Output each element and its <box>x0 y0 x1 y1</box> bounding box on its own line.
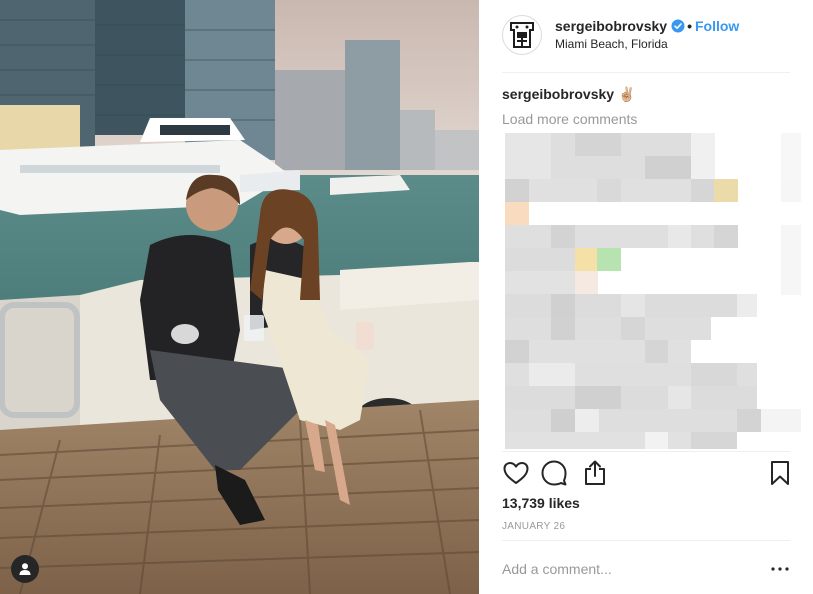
more-options-button[interactable] <box>770 560 790 578</box>
post-details-panel: sergeibobrovsky • Follow Miami Beach, Flo… <box>479 0 813 594</box>
caption: sergeibobrovsky ✌🏼 <box>502 86 635 103</box>
add-comment-input[interactable] <box>502 560 752 578</box>
post-header: sergeibobrovsky • Follow Miami Beach, Flo… <box>502 12 790 72</box>
caption-text: ✌🏼 <box>617 86 636 102</box>
share-button[interactable] <box>581 459 609 487</box>
user-tag-button[interactable] <box>11 555 39 583</box>
comment-divider <box>502 540 790 541</box>
header-divider <box>502 72 790 73</box>
caption-username[interactable]: sergeibobrovsky <box>502 86 614 102</box>
likes-count[interactable]: 13,739 likes <box>502 495 580 511</box>
share-icon <box>585 460 605 485</box>
more-options-icon <box>771 567 789 571</box>
username-line: sergeibobrovsky • Follow <box>555 18 739 34</box>
instagram-post: sergeibobrovsky • Follow Miami Beach, Flo… <box>0 0 813 594</box>
location-link[interactable]: Miami Beach, Florida <box>555 37 668 51</box>
heart-icon <box>503 462 529 484</box>
action-bar <box>502 459 790 489</box>
post-date: JANUARY 26 <box>502 521 566 532</box>
load-more-comments-button[interactable]: Load more comments <box>502 111 637 127</box>
obscured-comments <box>505 133 801 449</box>
username-link[interactable]: sergeibobrovsky <box>555 18 667 34</box>
hockey-crest-logo <box>510 22 534 48</box>
bookmark-icon <box>771 461 789 485</box>
comment-button[interactable] <box>540 459 568 487</box>
save-button[interactable] <box>766 459 794 487</box>
post-photo[interactable] <box>0 0 479 594</box>
like-button[interactable] <box>502 459 530 487</box>
comments-divider <box>502 451 790 452</box>
follow-separator: • <box>687 18 692 34</box>
follow-button[interactable]: Follow <box>695 18 739 34</box>
avatar[interactable] <box>502 15 542 55</box>
comment-bubble-icon <box>541 460 567 486</box>
verified-badge-icon <box>671 19 685 33</box>
user-tag-icon <box>19 563 31 575</box>
